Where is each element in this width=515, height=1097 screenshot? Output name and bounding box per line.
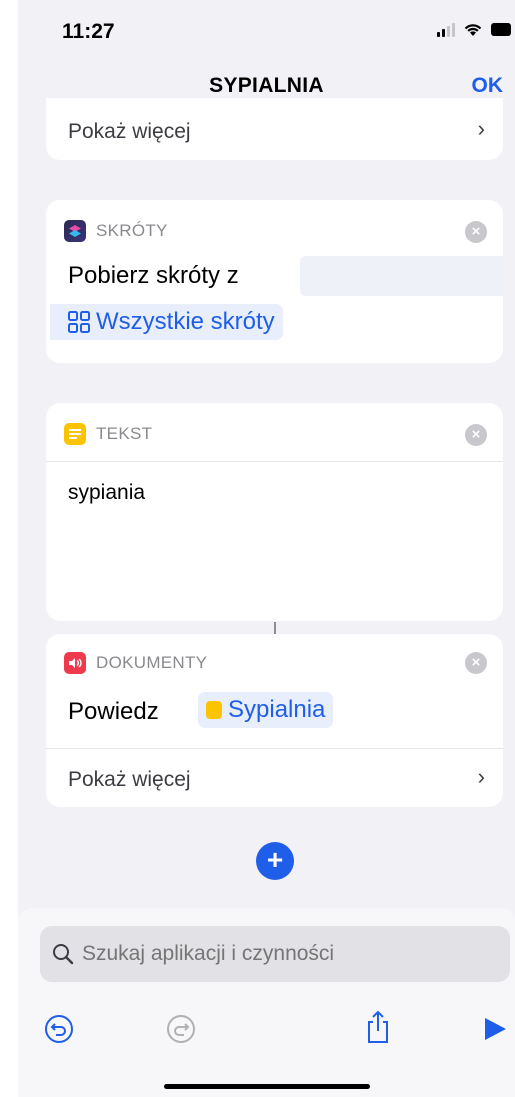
remove-action-icon[interactable]: × xyxy=(465,652,487,674)
variable-token[interactable]: Sypialnia xyxy=(198,692,334,728)
card-app-label: DOKUMENTY xyxy=(96,653,208,672)
empty-parameter-field[interactable] xyxy=(300,256,503,296)
card-header: DOKUMENTY xyxy=(64,652,207,674)
cellular-signal-icon xyxy=(437,22,455,37)
search-bar[interactable] xyxy=(40,926,510,982)
action-card-speak: DOKUMENTY × Powiedz Sypialnia Pokaż więc… xyxy=(46,634,503,807)
ok-button[interactable]: OK xyxy=(472,74,504,98)
wifi-icon xyxy=(464,24,482,36)
text-app-icon xyxy=(64,423,86,445)
status-bar: 11:27 xyxy=(18,0,515,60)
speaker-app-icon xyxy=(64,652,86,674)
shortcuts-app-icon xyxy=(64,220,86,242)
card-header: SKRÓTY xyxy=(64,220,168,242)
bottom-sheet xyxy=(18,908,515,1097)
action-text: Pobierz skróty z xyxy=(68,262,239,289)
parameter-label: Wszystkie skróty xyxy=(96,308,275,335)
action-text: Powiedz xyxy=(68,698,159,725)
home-indicator xyxy=(164,1084,370,1089)
search-input[interactable] xyxy=(82,942,482,966)
show-more-row[interactable]: Pokaż więcej xyxy=(68,120,191,144)
page-title: SYPIALNIA xyxy=(209,74,324,97)
all-shortcuts-parameter[interactable]: Wszystkie skróty xyxy=(50,304,283,340)
play-icon[interactable] xyxy=(482,1016,508,1042)
action-card-get-shortcuts: SKRÓTY × Pobierz skróty z Wszystkie skró… xyxy=(46,200,503,363)
add-action-button[interactable]: + xyxy=(256,842,294,880)
grid-icon xyxy=(68,311,90,333)
shortcut-editor-screen: 11:27 SYPIALNIA OK Pokaż więcej › SKRÓTY… xyxy=(18,0,515,1097)
battery-icon xyxy=(491,23,511,36)
undo-icon[interactable] xyxy=(44,1014,74,1044)
search-icon xyxy=(53,944,74,965)
bottom-toolbar xyxy=(18,1002,515,1062)
card-app-label: TEKST xyxy=(96,424,153,443)
status-icons xyxy=(437,22,511,37)
redo-icon[interactable] xyxy=(166,1014,196,1044)
card-divider xyxy=(46,748,503,749)
variable-label: Sypialnia xyxy=(228,696,326,723)
status-time: 11:27 xyxy=(62,20,115,43)
action-card-previous: Pokaż więcej › xyxy=(46,98,503,160)
remove-action-icon[interactable]: × xyxy=(465,221,487,243)
action-card-text: TEKST × sypiania xyxy=(46,403,503,621)
chevron-right-icon[interactable]: › xyxy=(478,764,485,790)
card-header: TEKST xyxy=(64,423,152,445)
card-divider xyxy=(46,461,503,462)
share-icon[interactable] xyxy=(364,1010,392,1044)
show-more-row[interactable]: Pokaż więcej xyxy=(68,768,191,792)
card-app-label: SKRÓTY xyxy=(96,221,168,240)
chevron-right-icon[interactable]: › xyxy=(478,116,485,142)
text-variable-icon xyxy=(206,701,222,719)
text-content-field[interactable]: sypiania xyxy=(68,481,145,505)
remove-action-icon[interactable]: × xyxy=(465,424,487,446)
